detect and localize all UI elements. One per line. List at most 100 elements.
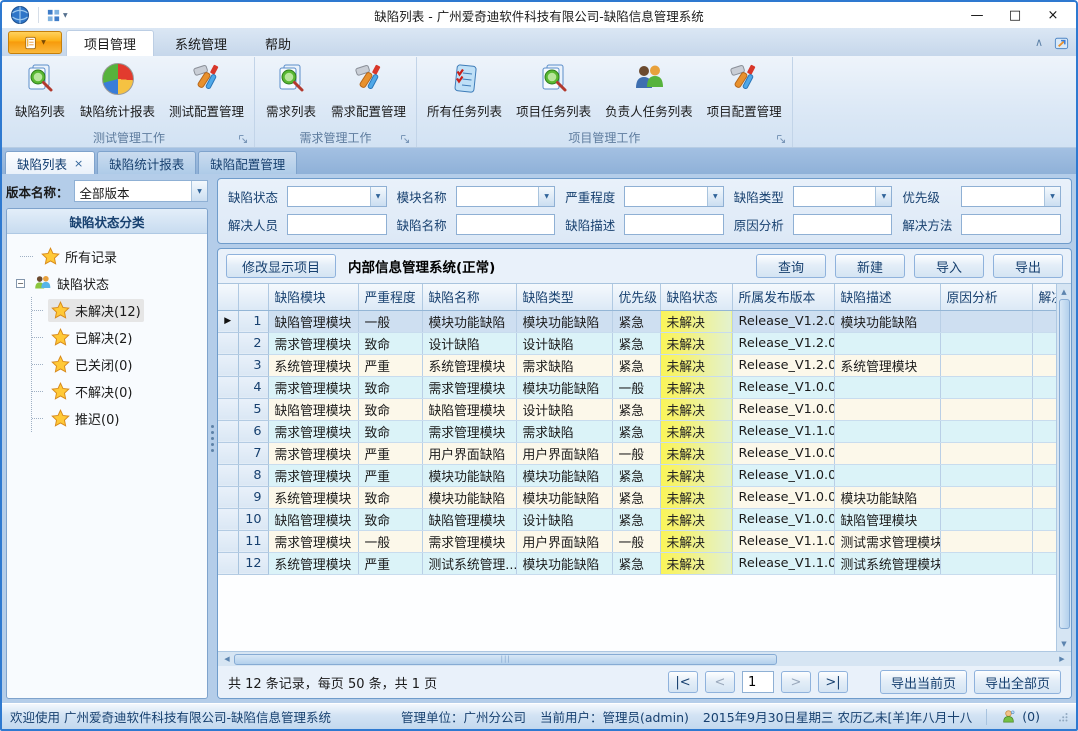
cell-defect-desc: 模块功能缺陷 [834, 310, 940, 332]
filter-combo-severity[interactable]: ▼ [624, 186, 724, 207]
table-row[interactable]: 12 系统管理模块 严重 测试系统管理... 模块功能缺陷 紧急 未解决 Rel… [218, 552, 1056, 574]
chevron-down-icon[interactable]: ▼ [538, 187, 554, 206]
page-number-input[interactable] [742, 671, 774, 693]
filter-input-solution[interactable] [961, 214, 1061, 235]
doc-tab-defect-report[interactable]: 缺陷统计报表 [97, 151, 196, 174]
project-tasks-button[interactable]: 项目任务列表 [509, 62, 598, 120]
filter-input-solver[interactable] [287, 214, 387, 235]
ribbon-tab-system-mgmt[interactable]: 系统管理 [158, 30, 244, 56]
tree-item-wont-fix[interactable]: 不解决(0) [32, 378, 203, 405]
next-page-button[interactable]: > [781, 671, 811, 693]
doc-tab-defect-list[interactable]: 缺陷列表 × [5, 151, 95, 174]
ribbon-collapse-icon[interactable]: ∧ [1035, 36, 1043, 49]
table-row[interactable]: 10 缺陷管理模块 致命 缺陷管理模块 设计缺陷 紧急 未解决 Release_… [218, 508, 1056, 530]
horizontal-scrollbar[interactable]: ◀ ||| ▶ [218, 651, 1071, 666]
tree-item-unresolved[interactable]: 未解决(12) [32, 297, 203, 324]
table-row[interactable]: 3 系统管理模块 严重 系统管理模块 需求缺陷 紧急 未解决 Release_V… [218, 354, 1056, 376]
import-button[interactable]: 导入 [914, 254, 984, 278]
table-row[interactable]: 6 需求管理模块 致命 需求管理模块 需求缺陷 紧急 未解决 Release_V… [218, 420, 1056, 442]
table-row[interactable]: 9 系统管理模块 致命 模块功能缺陷 模块功能缺陷 紧急 未解决 Release… [218, 486, 1056, 508]
scroll-right-icon[interactable]: ▶ [1055, 653, 1069, 666]
table-row[interactable]: 7 需求管理模块 严重 用户界面缺陷 用户界面缺陷 一般 未解决 Release… [218, 442, 1056, 464]
ribbon-tab-project-mgmt[interactable]: 项目管理 [66, 30, 154, 56]
export-button[interactable]: 导出 [993, 254, 1063, 278]
vertical-scroll-thumb[interactable] [1059, 299, 1070, 629]
table-row[interactable]: 4 需求管理模块 致命 需求管理模块 模块功能缺陷 一般 未解决 Release… [218, 376, 1056, 398]
test-config-button[interactable]: 测试配置管理 [162, 62, 251, 120]
header-defect-name[interactable]: 缺陷名称 [422, 284, 516, 310]
table-row[interactable]: 11 需求管理模块 一般 需求管理模块 用户界面缺陷 一般 未解决 Releas… [218, 530, 1056, 552]
defect-report-button[interactable]: 缺陷统计报表 [73, 62, 162, 120]
resize-grip[interactable] [1058, 712, 1068, 722]
chevron-down-icon[interactable]: ▼ [875, 187, 891, 206]
header-defect-module[interactable]: 缺陷模块 [268, 284, 358, 310]
owner-tasks-button[interactable]: 负责人任务列表 [598, 62, 700, 120]
user-status-icon[interactable] [1001, 709, 1016, 724]
query-button[interactable]: 查询 [756, 254, 826, 278]
application-menu-button[interactable]: ▼ [8, 31, 62, 54]
last-page-button[interactable]: >| [818, 671, 848, 693]
cell-defect-name: 需求管理模块 [422, 420, 516, 442]
ribbon-tab-help[interactable]: 帮助 [248, 30, 308, 56]
maximize-button[interactable]: □ [996, 3, 1034, 27]
chevron-down-icon[interactable]: ▼ [1044, 187, 1060, 206]
tree-item-closed[interactable]: 已关闭(0) [32, 351, 203, 378]
chevron-down-icon[interactable]: ▼ [191, 181, 207, 201]
all-tasks-button[interactable]: 所有任务列表 [420, 62, 509, 120]
prev-page-button[interactable]: < [705, 671, 735, 693]
cell-defect-type: 设计缺陷 [516, 398, 612, 420]
version-combo[interactable]: 全部版本 ▼ [74, 180, 208, 202]
tree-item-postponed[interactable]: 推迟(0) [32, 405, 203, 432]
close-button[interactable]: × [1034, 3, 1072, 27]
table-row[interactable]: 2 需求管理模块 致命 设计缺陷 设计缺陷 紧急 未解决 Release_V1.… [218, 332, 1056, 354]
requirement-config-button[interactable]: 需求配置管理 [324, 62, 413, 120]
filter-combo-defect-type[interactable]: ▼ [793, 186, 893, 207]
modify-columns-button[interactable]: 修改显示项目 [226, 254, 336, 278]
scroll-left-icon[interactable]: ◀ [220, 653, 234, 666]
tree-item-all-records[interactable]: 所有记录 [11, 243, 203, 270]
filter-input-cause-analysis[interactable] [793, 214, 893, 235]
scroll-up-icon[interactable]: ▲ [1058, 285, 1070, 298]
header-solution[interactable]: 解决方法 [1032, 284, 1056, 310]
doc-tab-defect-config[interactable]: 缺陷配置管理 [198, 151, 297, 174]
header-severity[interactable]: 严重程度 [358, 284, 422, 310]
defect-list-button[interactable]: 缺陷列表 [7, 62, 73, 120]
project-config-button[interactable]: 项目配置管理 [700, 62, 789, 120]
header-defect-status[interactable]: 缺陷状态 [660, 284, 732, 310]
dialog-launcher-icon[interactable] [238, 133, 248, 143]
row-marker [218, 398, 238, 420]
chevron-down-icon[interactable]: ▼ [707, 187, 723, 206]
chevron-down-icon[interactable]: ▼ [370, 187, 386, 206]
vertical-scrollbar[interactable]: ▲ ▼ [1056, 284, 1071, 651]
header-release-version[interactable]: 所属发布版本 [732, 284, 834, 310]
new-button[interactable]: 新建 [835, 254, 905, 278]
header-defect-type[interactable]: 缺陷类型 [516, 284, 612, 310]
requirement-list-button[interactable]: 需求列表 [258, 62, 324, 120]
tab-close-icon[interactable]: × [74, 157, 83, 170]
tree-item-defect-status[interactable]: − 缺陷状态 [11, 270, 203, 297]
dialog-launcher-icon[interactable] [776, 133, 786, 143]
export-current-page-button[interactable]: 导出当前页 [880, 670, 967, 694]
filter-combo-priority[interactable]: ▼ [961, 186, 1061, 207]
quick-access-toolbar-button[interactable]: ▼ [43, 8, 71, 23]
scroll-down-icon[interactable]: ▼ [1058, 637, 1070, 650]
sidebar-splitter[interactable] [208, 178, 217, 699]
export-all-pages-button[interactable]: 导出全部页 [974, 670, 1061, 694]
filter-input-defect-desc[interactable] [624, 214, 724, 235]
filter-combo-defect-status[interactable]: ▼ [287, 186, 387, 207]
header-priority[interactable]: 优先级 [612, 284, 660, 310]
table-row[interactable]: ▶ 1 缺陷管理模块 一般 模块功能缺陷 模块功能缺陷 紧急 未解决 Relea… [218, 310, 1056, 332]
header-defect-desc[interactable]: 缺陷描述 [834, 284, 940, 310]
first-page-button[interactable]: |< [668, 671, 698, 693]
horizontal-scroll-thumb[interactable]: ||| [234, 654, 777, 665]
table-row[interactable]: 8 需求管理模块 严重 模块功能缺陷 模块功能缺陷 紧急 未解决 Release… [218, 464, 1056, 486]
tree-collapse-icon[interactable]: − [16, 279, 25, 288]
help-reference-icon[interactable] [1053, 34, 1070, 51]
minimize-button[interactable]: — [958, 3, 996, 27]
table-row[interactable]: 5 缺陷管理模块 致命 缺陷管理模块 设计缺陷 紧急 未解决 Release_V… [218, 398, 1056, 420]
dialog-launcher-icon[interactable] [400, 133, 410, 143]
tree-item-resolved[interactable]: 已解决(2) [32, 324, 203, 351]
filter-input-defect-name[interactable] [456, 214, 556, 235]
header-cause-analysis[interactable]: 原因分析 [940, 284, 1032, 310]
filter-combo-module-name[interactable]: ▼ [456, 186, 556, 207]
